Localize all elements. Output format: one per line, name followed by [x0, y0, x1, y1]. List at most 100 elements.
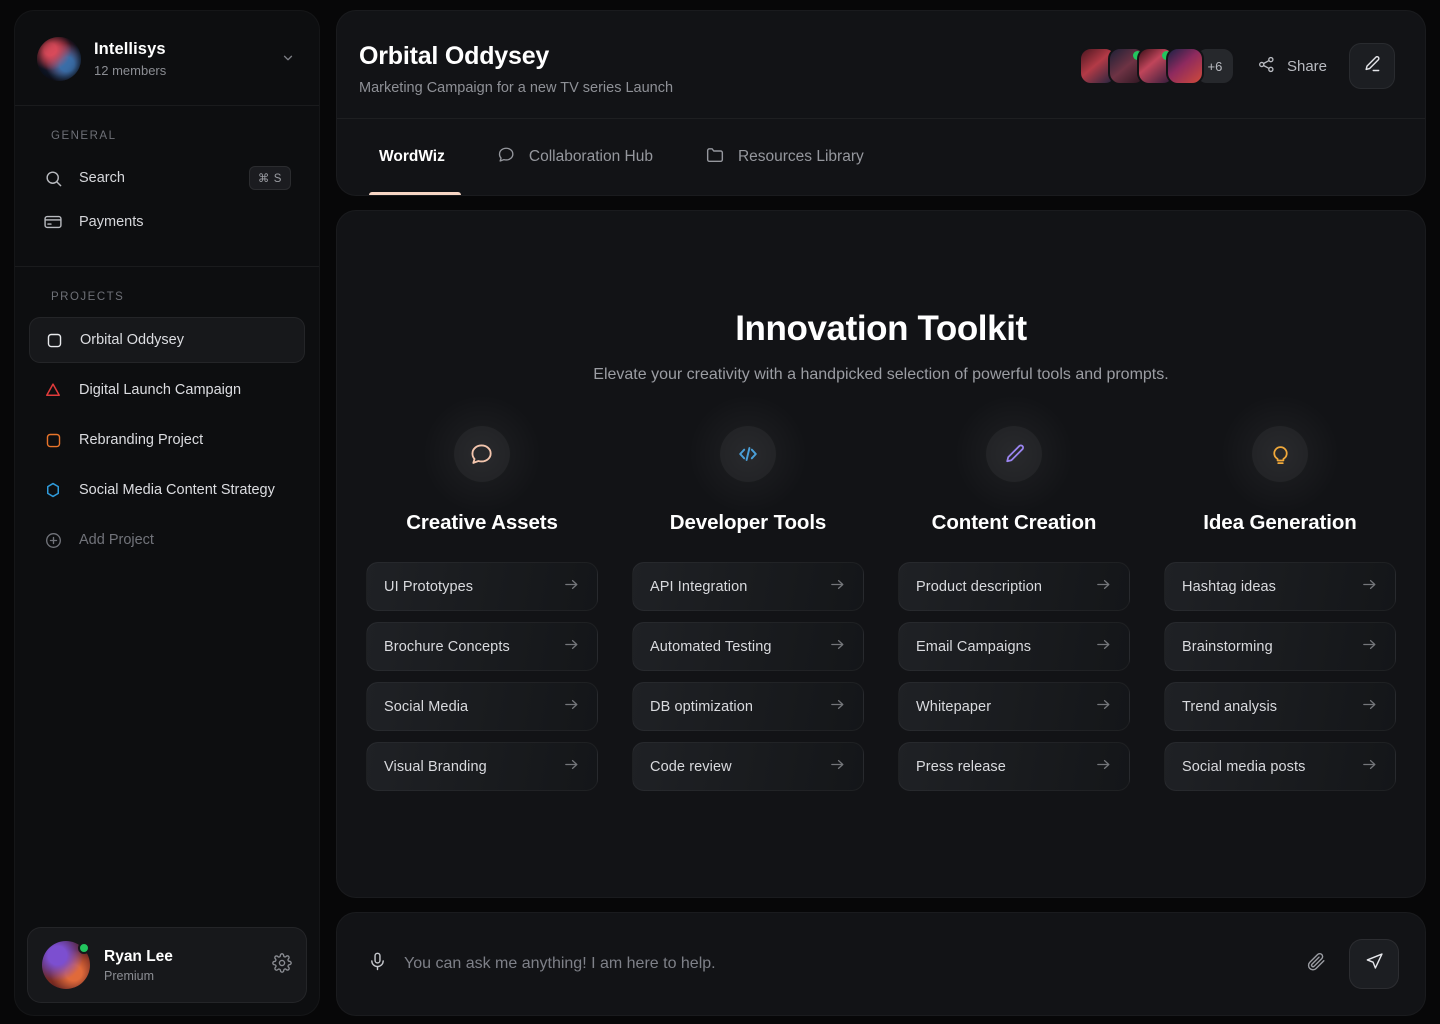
sidebar: Intellisys 12 members GENERAL Search ⌘ S…: [14, 10, 320, 1016]
prompt-pill[interactable]: Product description: [898, 562, 1130, 611]
paperclip-icon[interactable]: [1300, 945, 1333, 983]
section-label-general: GENERAL: [51, 130, 117, 142]
prompt-label: Trend analysis: [1182, 698, 1278, 715]
org-switcher[interactable]: Intellisys 12 members: [15, 11, 319, 106]
microphone-icon[interactable]: [367, 951, 388, 977]
prompt-pill[interactable]: API Integration: [632, 562, 864, 611]
sidebar-item-label: Digital Launch Campaign: [79, 382, 242, 398]
folder-icon: [705, 145, 725, 170]
prompt-pill[interactable]: Code review: [632, 742, 864, 791]
arrow-right-icon: [563, 636, 580, 658]
chat-bubble-icon: [420, 392, 544, 516]
prompt-pill[interactable]: Visual Branding: [366, 742, 598, 791]
sidebar-item-rebranding-project[interactable]: Rebranding Project: [29, 417, 305, 463]
prompt-list: Hashtag ideas Brainstorming Trend analys…: [1164, 562, 1396, 791]
tab-bar: WordWiz Collaboration Hub Resources Libr…: [337, 119, 1425, 195]
arrow-right-icon: [1095, 756, 1112, 778]
general-nav: Search ⌘ S Payments: [15, 156, 319, 244]
prompt-label: Whitepaper: [916, 698, 992, 715]
category-idea-generation: Idea Generation Hashtag ideas Brainstorm…: [1164, 392, 1396, 791]
tab-collaboration-hub[interactable]: Collaboration Hub: [471, 119, 679, 195]
prompt-label: Hashtag ideas: [1182, 578, 1276, 595]
section-label-projects: PROJECTS: [51, 291, 125, 303]
sidebar-item-payments[interactable]: Payments: [29, 200, 305, 244]
add-project-label: Add Project: [79, 532, 154, 548]
sidebar-item-orbital-oddysey[interactable]: Orbital Oddysey: [29, 317, 305, 363]
arrow-right-icon: [1361, 576, 1378, 598]
prompt-pill[interactable]: Social media posts: [1164, 742, 1396, 791]
member-avatar-group[interactable]: +6: [1078, 47, 1235, 85]
prompt-pill[interactable]: Brochure Concepts: [366, 622, 598, 671]
prompt-pill[interactable]: UI Prototypes: [366, 562, 598, 611]
tab-wordwiz[interactable]: WordWiz: [359, 119, 471, 195]
tab-label: Resources Library: [737, 148, 864, 165]
code-icon: [686, 392, 810, 516]
category-content-creation: Content Creation Product description Ema…: [898, 392, 1130, 791]
sidebar-item-search[interactable]: Search ⌘ S: [29, 156, 305, 200]
prompt-pill[interactable]: Brainstorming: [1164, 622, 1396, 671]
search-shortcut-badge: ⌘ S: [248, 166, 291, 190]
category-grid: Creative Assets UI Prototypes Brochure C…: [366, 392, 1396, 791]
tab-label: WordWiz: [379, 148, 445, 165]
prompt-pill[interactable]: Automated Testing: [632, 622, 864, 671]
share-nodes-icon: [1257, 55, 1276, 78]
square-icon: [44, 330, 64, 350]
triangle-icon: [43, 380, 63, 400]
prompt-label: API Integration: [650, 578, 748, 595]
prompt-label: Social Media: [384, 698, 469, 715]
plus-circle-icon: [43, 530, 63, 550]
project-header-text: Orbital Oddysey Marketing Campaign for a…: [359, 39, 1079, 96]
prompt-pill[interactable]: Email Campaigns: [898, 622, 1130, 671]
arrow-right-icon: [563, 576, 580, 598]
prompt-label: Brainstorming: [1182, 638, 1273, 655]
prompt-pill[interactable]: Trend analysis: [1164, 682, 1396, 731]
share-button[interactable]: Share: [1257, 55, 1327, 78]
sidebar-item-social-media-content-strategy[interactable]: Social Media Content Strategy: [29, 467, 305, 513]
prompt-pill[interactable]: Social Media: [366, 682, 598, 731]
user-name: Ryan Lee: [104, 947, 173, 965]
prompt-label: Press release: [916, 758, 1006, 775]
chevron-down-icon[interactable]: [275, 47, 301, 72]
arrow-right-icon: [1361, 636, 1378, 658]
org-text: Intellisys 12 members: [94, 39, 262, 78]
avatar[interactable]: [1165, 47, 1204, 85]
prompt-label: Visual Branding: [384, 758, 487, 775]
send-icon: [1364, 951, 1385, 977]
arrow-right-icon: [1095, 576, 1112, 598]
prompt-label: Social media posts: [1182, 758, 1306, 775]
prompt-label: Product description: [916, 578, 1043, 595]
prompt-pill[interactable]: DB optimization: [632, 682, 864, 731]
add-project-button[interactable]: Add Project: [29, 517, 305, 563]
chat-input[interactable]: [404, 955, 1284, 973]
online-status-dot: [78, 942, 90, 954]
prompt-label: Automated Testing: [650, 638, 772, 655]
prompt-pill[interactable]: Whitepaper: [898, 682, 1130, 731]
arrow-right-icon: [1095, 696, 1112, 718]
hero: Innovation Toolkit Elevate your creativi…: [593, 211, 1168, 384]
send-button[interactable]: [1349, 939, 1399, 989]
prompt-pill[interactable]: Press release: [898, 742, 1130, 791]
tab-label: Collaboration Hub: [528, 148, 653, 165]
sidebar-item-label: Payments: [79, 214, 144, 230]
hexagon-icon: [43, 480, 63, 500]
arrow-right-icon: [829, 696, 846, 718]
lightbulb-icon: [1218, 392, 1342, 516]
prompt-list: Product description Email Campaigns Whit…: [898, 562, 1130, 791]
arrow-right-icon: [1361, 756, 1378, 778]
sidebar-item-digital-launch-campaign[interactable]: Digital Launch Campaign: [29, 367, 305, 413]
prompt-list: UI Prototypes Brochure Concepts Social M…: [366, 562, 598, 791]
sidebar-item-label: Social Media Content Strategy: [79, 482, 275, 498]
sidebar-item-label: Orbital Oddysey: [80, 332, 184, 348]
hero-subtitle: Elevate your creativity with a handpicke…: [593, 366, 1169, 383]
edit-project-button[interactable]: [1349, 43, 1395, 89]
arrow-right-icon: [1361, 696, 1378, 718]
tab-resources-library[interactable]: Resources Library: [679, 119, 890, 195]
arrow-right-icon: [829, 636, 846, 658]
user-profile-card[interactable]: Ryan Lee Premium: [27, 927, 307, 1003]
category-creative-assets: Creative Assets UI Prototypes Brochure C…: [366, 392, 598, 791]
header-actions: +6 Share: [1078, 39, 1395, 89]
gear-icon[interactable]: [272, 952, 292, 978]
prompt-pill[interactable]: Hashtag ideas: [1164, 562, 1396, 611]
pencil-icon: [952, 392, 1076, 516]
prompt-label: Code review: [650, 758, 732, 775]
